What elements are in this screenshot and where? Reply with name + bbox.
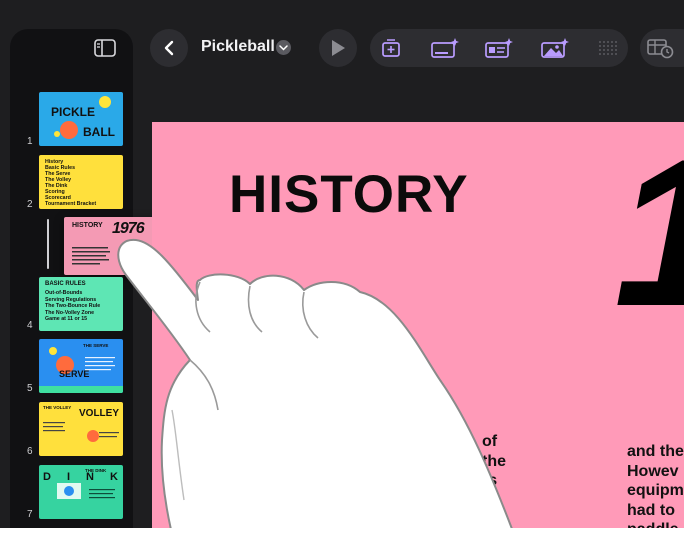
keynote-window: 1 PICKLE BALL 2 History Basic Rules The … — [0, 0, 684, 528]
hand-gesture-illustration — [117, 238, 513, 528]
